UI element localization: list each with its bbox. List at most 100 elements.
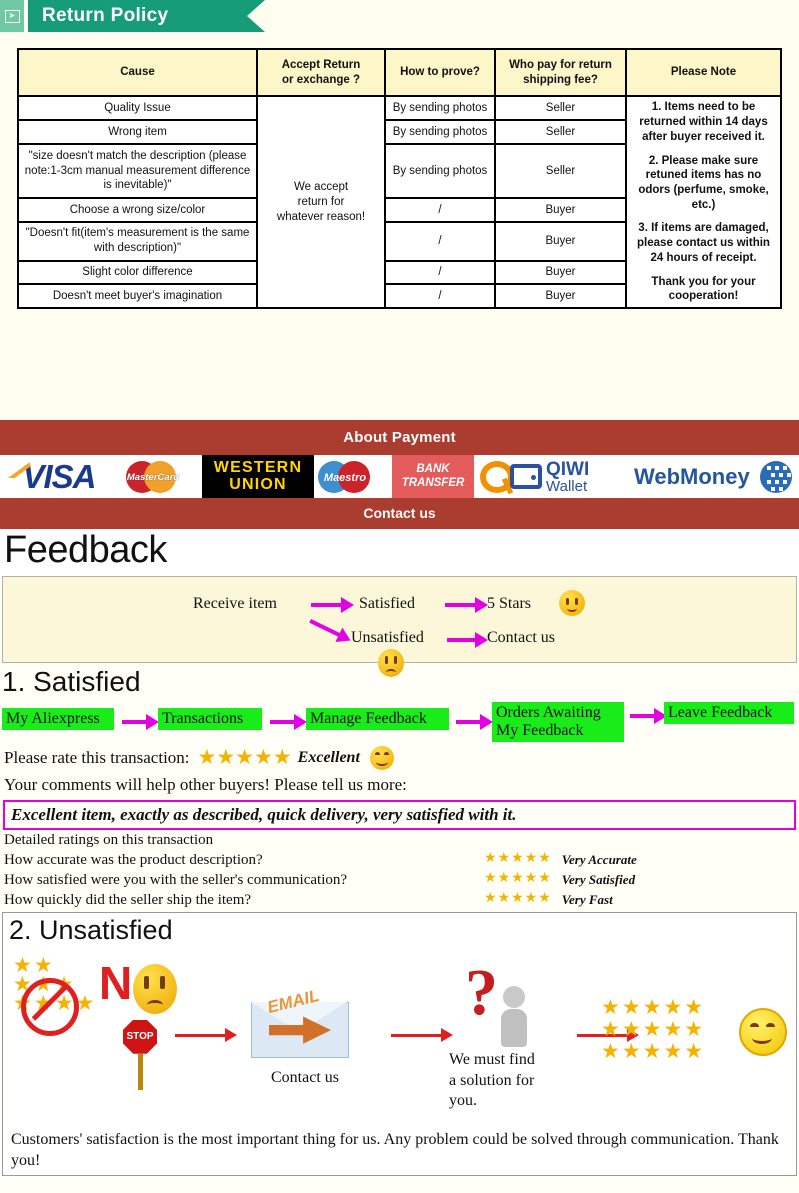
satisfied-section: 1. Satisfied My Aliexpress Transactions … xyxy=(0,663,799,910)
unsatisfied-section: 2. Unsatisfied ★★ ★★★ ★★★★ N STOP EMAIL … xyxy=(2,911,797,1177)
payment-logo-strip: VISA MasterCard WESTERN UNION Maestro BA… xyxy=(0,455,799,498)
detail-label: Very Satisfied xyxy=(561,871,636,887)
bank-transfer-logo: BANK TRANSFER xyxy=(392,455,474,498)
unsatisfied-flow-diagram: ★★ ★★★ ★★★★ N STOP EMAIL Contact us ? We… xyxy=(3,946,796,1124)
maestro-logo: Maestro xyxy=(314,455,392,498)
note-item-3: 3. If items are damaged, please contact … xyxy=(637,222,770,264)
detail-stars[interactable]: ★★★★★ xyxy=(484,890,552,909)
flow-arrow-3 xyxy=(309,618,355,648)
email-envelope-icon: EMAIL xyxy=(251,986,349,1058)
return-policy-title: Return Policy xyxy=(42,5,169,26)
rate-stars[interactable]: ★★★★★ xyxy=(198,747,292,768)
question-mark-icon: ? xyxy=(465,955,498,1029)
return-policy-section: ➤ Return Policy Cause Accept Return or e… xyxy=(0,0,799,420)
webmoney-logo: WebMoney xyxy=(620,455,799,498)
contact-us-title: Contact us xyxy=(363,505,436,521)
feedback-section: Feedback Receive item Satisfied 5 Stars xyxy=(0,529,799,677)
bank-transfer-line1: BANK xyxy=(416,463,450,476)
qiwi-line1: QIWI xyxy=(546,458,590,480)
visa-logo-text: VISA xyxy=(22,457,96,495)
thinking-person-icon xyxy=(501,985,527,1047)
detail-label: Very Fast xyxy=(561,891,613,907)
webmoney-logo-text: WebMoney xyxy=(634,463,750,489)
cell-who-pays: Seller xyxy=(494,142,627,200)
rate-word: Excellent xyxy=(297,748,360,766)
feedback-heading: Feedback xyxy=(4,529,167,571)
person-body xyxy=(501,1008,527,1047)
accept-line1: We accept xyxy=(293,181,349,194)
banner-arrow-shape xyxy=(247,0,265,32)
solution-line2: a solution for xyxy=(449,1071,535,1089)
detail-stars[interactable]: ★★★★★ xyxy=(484,850,552,869)
cell-prove: By sending photos xyxy=(384,95,496,122)
flow-unsatisfied: Unsatisfied xyxy=(351,628,424,646)
flow-satisfied: Satisfied xyxy=(359,594,415,612)
flow-receive-item: Receive item xyxy=(193,594,277,612)
mastercard-circles-icon: MasterCard xyxy=(122,459,198,495)
detail-row: How satisfied were you with the seller's… xyxy=(4,870,799,890)
cell-who-pays: Buyer xyxy=(494,220,627,262)
no-letter-icon: N xyxy=(99,956,133,1009)
header-who-line2: shipping fee? xyxy=(523,73,598,86)
detail-question: How quickly did the seller ship the item… xyxy=(4,891,252,908)
western-union-line1: WESTERN xyxy=(213,458,303,476)
detailed-ratings-block: Detailed ratings on this transaction How… xyxy=(0,830,799,910)
cell-cause: Slight color difference xyxy=(17,259,258,286)
header-accept-return: Accept Return or exchange ? xyxy=(256,47,386,98)
note-item-2: 2. Please make sure retuned items has no… xyxy=(638,154,769,211)
step-transactions[interactable]: Transactions xyxy=(158,707,262,731)
step4-line2: My Feedback xyxy=(496,722,584,740)
arrow-badge-icon: ➤ xyxy=(4,9,20,23)
table-header-row: Cause Accept Return or exchange ? How to… xyxy=(17,47,782,98)
step-manage-feedback[interactable]: Manage Feedback xyxy=(306,707,449,731)
note-item-4: Thank you for your cooperation! xyxy=(651,275,756,303)
detail-question: How satisfied were you with the seller's… xyxy=(4,871,348,888)
cell-prove: / xyxy=(384,259,496,286)
stop-sign-label: STOP xyxy=(123,1019,157,1054)
qiwi-line2: Wallet xyxy=(546,477,588,495)
detail-row: How accurate was the product description… xyxy=(4,850,799,870)
cell-who-pays: Seller xyxy=(494,95,627,122)
step-leave-feedback[interactable]: Leave Feedback xyxy=(664,701,794,725)
flow-contact-us: Contact us xyxy=(487,628,555,646)
cell-cause: Doesn't meet buyer's imagination xyxy=(17,283,258,310)
good-stars-row2: ★★★★★ xyxy=(601,1017,706,1041)
qiwi-text-block: QIWI Wallet xyxy=(546,460,589,494)
solution-caption: We must find a solution for you. xyxy=(449,1050,535,1112)
flow-five-stars: 5 Stars xyxy=(487,594,531,612)
detail-row: How quickly did the seller ship the item… xyxy=(4,890,799,910)
person-head xyxy=(503,985,525,1008)
cell-please-note: 1. Items need to be returned within 14 d… xyxy=(625,95,782,310)
mastercard-logo-text: MasterCard xyxy=(126,471,180,483)
closing-note: Customers' satisfaction is the most impo… xyxy=(11,1130,779,1169)
step4-line1: Orders Awaiting xyxy=(496,703,601,721)
step-orders-awaiting-my-feedback[interactable]: Orders Awaiting My Feedback xyxy=(492,701,624,743)
stop-sign-icon: STOP xyxy=(123,1019,157,1090)
step-my-aliexpress[interactable]: My Aliexpress xyxy=(2,707,114,731)
feedback-flow-diagram: Receive item Satisfied 5 Stars Unsatisfi… xyxy=(2,575,797,677)
header-who-line1: Who pay for return xyxy=(509,59,612,71)
page-root: ➤ Return Policy Cause Accept Return or e… xyxy=(0,0,799,1193)
unsatisfied-heading: 2. Unsatisfied xyxy=(9,914,173,945)
satisfied-step-chain: My Aliexpress Transactions Manage Feedba… xyxy=(0,701,799,744)
cell-cause: Choose a wrong size/color xyxy=(17,197,258,223)
payment-section: About Payment VISA MasterCard WESTERN UN… xyxy=(0,420,799,529)
banner-main: Return Policy xyxy=(28,0,247,32)
rate-transaction-label: Please rate this transaction: xyxy=(4,747,190,767)
comment-prompt: Your comments will help other buyers! Pl… xyxy=(4,774,407,794)
maestro-logo-text: Maestro xyxy=(323,471,367,484)
return-policy-table: Cause Accept Return or exchange ? How to… xyxy=(17,47,782,310)
cell-prove: / xyxy=(384,197,496,223)
comment-text: Excellent item, exactly as described, qu… xyxy=(11,804,517,824)
solution-line3: you. xyxy=(449,1092,477,1110)
banner-badge: ➤ xyxy=(0,0,24,32)
cell-cause: Quality Issue xyxy=(17,95,258,122)
contact-us-caption: Contact us xyxy=(271,1068,339,1086)
cell-who-pays: Buyer xyxy=(494,283,627,310)
webmoney-globe-icon xyxy=(759,460,792,493)
comment-input-box[interactable]: Excellent item, exactly as described, qu… xyxy=(3,799,796,830)
accept-line3: whatever reason! xyxy=(276,210,366,223)
good-stars-row1: ★★★★★ xyxy=(601,995,706,1019)
header-please-note: Please Note xyxy=(625,47,782,98)
detail-stars[interactable]: ★★★★★ xyxy=(484,870,552,889)
